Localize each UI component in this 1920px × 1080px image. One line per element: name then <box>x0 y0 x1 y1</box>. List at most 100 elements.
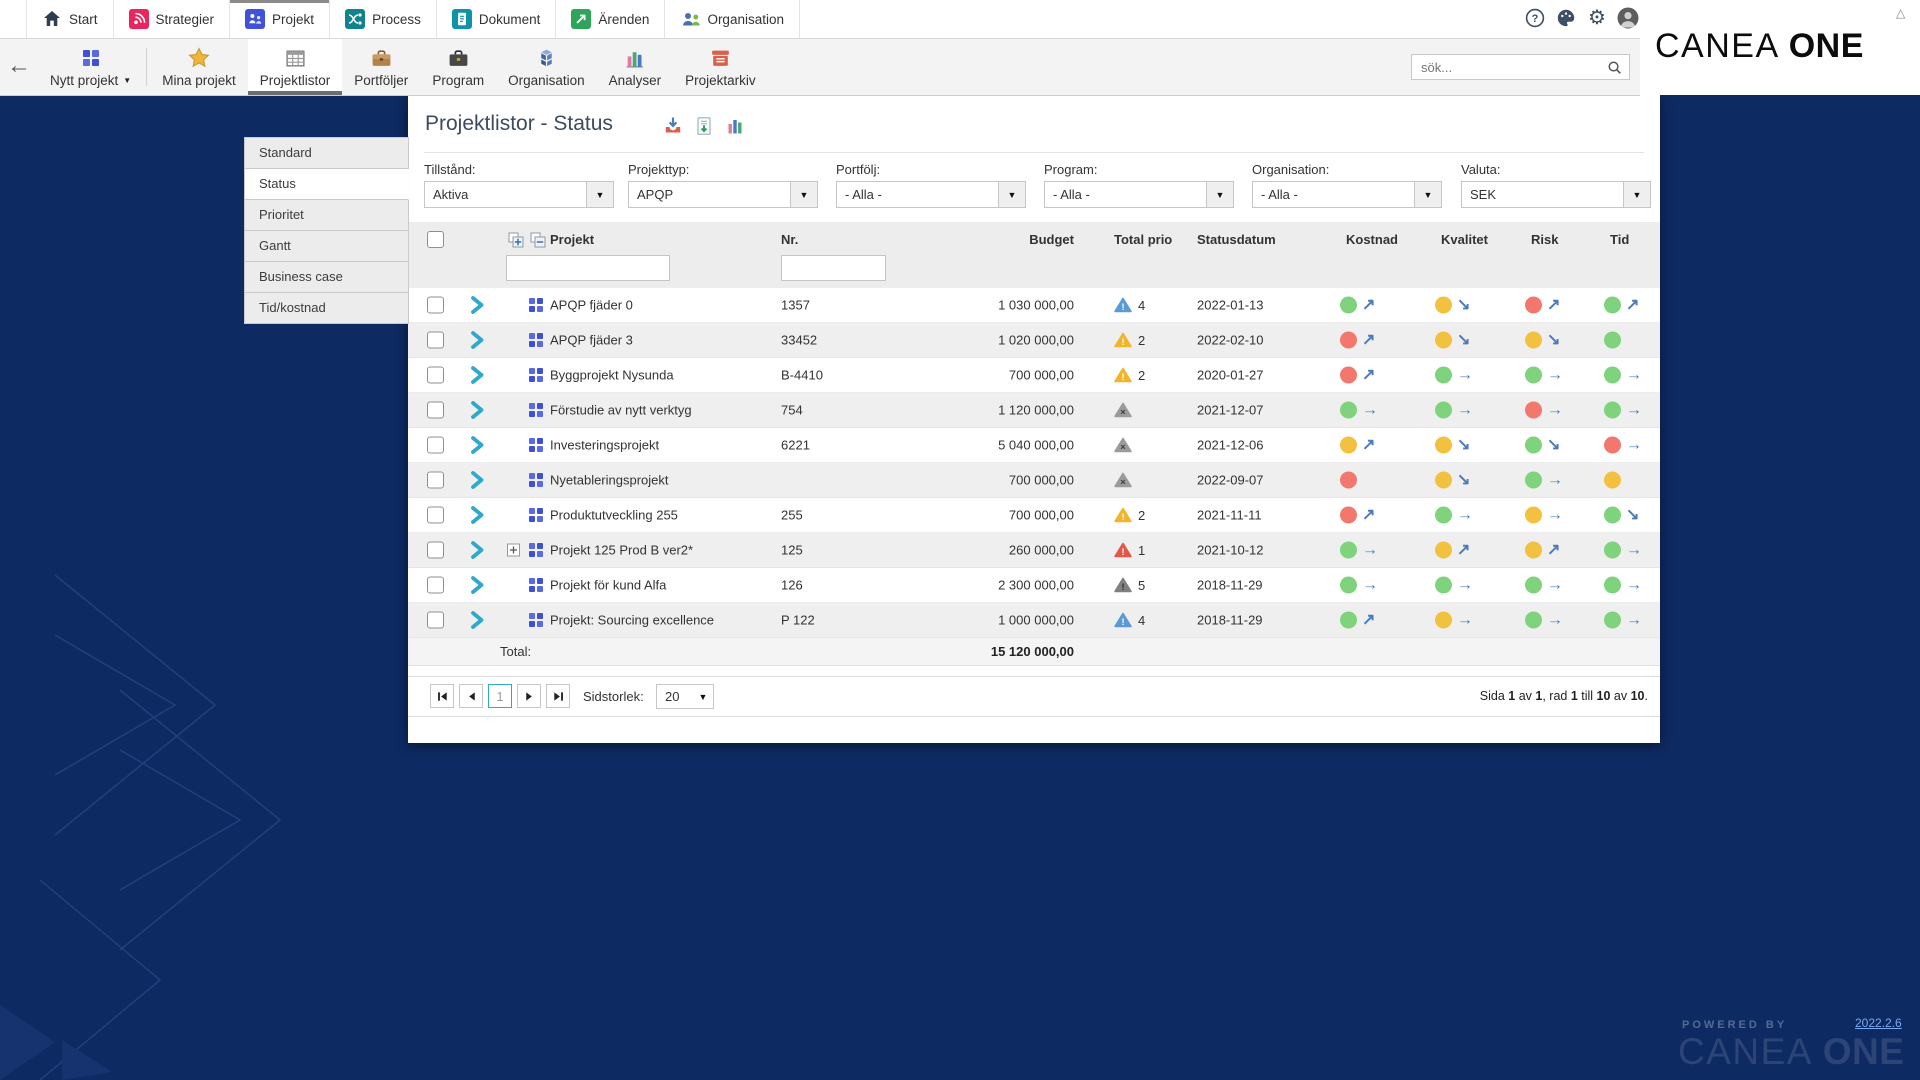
row-checkbox[interactable] <box>427 507 444 524</box>
open-project-chevron-icon[interactable] <box>468 575 486 595</box>
sidebar-item-prioritet[interactable]: Prioritet <box>244 200 409 231</box>
column-header-risk[interactable]: Risk <box>1531 232 1558 247</box>
row-checkbox[interactable] <box>427 367 444 384</box>
tid-indicator: → <box>1604 402 1642 419</box>
project-grid-icon <box>528 472 544 488</box>
project-name[interactable]: Projekt 125 Prod B ver2* <box>550 543 693 558</box>
open-project-chevron-icon[interactable] <box>468 540 486 560</box>
open-project-chevron-icon[interactable] <box>468 470 486 490</box>
svg-text:?: ? <box>1532 13 1539 25</box>
priority-cell: !4 <box>1114 297 1145 313</box>
column-header-kostnad[interactable]: Kostnad <box>1346 232 1398 247</box>
back-arrow-button[interactable]: ← <box>4 51 34 81</box>
settings-gear-icon[interactable]: ⚙ <box>1586 7 1608 29</box>
chevron-down-icon: ▼ <box>1206 182 1233 207</box>
projekt-filter-input[interactable] <box>506 255 670 281</box>
sidebar-item-status[interactable]: Status <box>244 169 409 200</box>
last-page-button[interactable] <box>546 684 570 708</box>
expand-children-icon[interactable] <box>507 544 520 557</box>
toolbar-item-analyser[interactable]: Analyser <box>597 39 674 95</box>
toolbar-item-nytt-projekt[interactable]: Nytt projekt▼ <box>38 39 143 95</box>
row-checkbox[interactable] <box>427 612 444 629</box>
sidebar-item-standard[interactable]: Standard <box>244 137 409 169</box>
row-checkbox[interactable] <box>427 332 444 349</box>
theme-palette-icon[interactable] <box>1555 7 1577 29</box>
expand-all-icon[interactable] <box>508 232 524 248</box>
open-project-chevron-icon[interactable] <box>468 435 486 455</box>
project-grid-icon <box>528 332 544 348</box>
column-header-projekt[interactable]: Projekt <box>550 232 594 247</box>
open-project-chevron-icon[interactable] <box>468 400 486 420</box>
project-name[interactable]: Projekt för kund Alfa <box>550 578 666 593</box>
excel-export-icon[interactable] <box>694 116 714 136</box>
tab-strategier[interactable]: Strategier <box>114 0 231 38</box>
column-header-nr[interactable]: Nr. <box>781 232 798 247</box>
row-checkbox[interactable] <box>427 297 444 314</box>
row-checkbox[interactable] <box>427 402 444 419</box>
filter-dropdown-organisation[interactable]: - Alla -▼ <box>1252 181 1442 208</box>
filter-dropdown-tillstånd[interactable]: Aktiva▼ <box>424 181 614 208</box>
current-page-button[interactable]: 1 <box>488 684 512 708</box>
project-name[interactable]: Investeringsprojekt <box>550 438 659 453</box>
project-name[interactable]: APQP fjäder 3 <box>550 333 633 348</box>
search-icon[interactable] <box>1607 60 1622 75</box>
open-project-chevron-icon[interactable] <box>468 330 486 350</box>
toolbar-item-portföljer[interactable]: Portföljer <box>342 39 420 95</box>
select-all-checkbox[interactable] <box>427 231 444 248</box>
filter-dropdown-program[interactable]: - Alla -▼ <box>1044 181 1234 208</box>
row-checkbox[interactable] <box>427 437 444 454</box>
sidebar-item-gantt[interactable]: Gantt <box>244 231 409 262</box>
open-project-chevron-icon[interactable] <box>468 295 486 315</box>
search-input[interactable] <box>1419 59 1607 76</box>
open-project-chevron-icon[interactable] <box>468 505 486 525</box>
project-name[interactable]: Byggprojekt Nysunda <box>550 368 674 383</box>
help-icon[interactable]: ? <box>1524 7 1546 29</box>
page-size-select[interactable]: 20 ▼ <box>656 684 714 709</box>
chart-icon[interactable] <box>725 116 745 136</box>
sidebar-item-business-case[interactable]: Business case <box>244 262 409 293</box>
toolbar-item-mina-projekt[interactable]: Mina projekt <box>150 39 248 95</box>
column-header-kvalitet[interactable]: Kvalitet <box>1441 232 1488 247</box>
next-page-button[interactable] <box>517 684 541 708</box>
toolbar-item-projektarkiv[interactable]: Projektarkiv <box>673 39 768 95</box>
row-checkbox[interactable] <box>427 577 444 594</box>
nr-filter-input[interactable] <box>781 255 886 281</box>
row-checkbox[interactable] <box>427 542 444 559</box>
column-header-tid[interactable]: Tid <box>1610 232 1629 247</box>
open-project-chevron-icon[interactable] <box>468 365 486 385</box>
collapse-triangle-icon[interactable]: △ <box>1896 6 1905 20</box>
collapse-all-icon[interactable] <box>530 232 546 248</box>
import-icon[interactable] <box>663 116 683 136</box>
project-name[interactable]: Projekt: Sourcing excellence <box>550 613 714 628</box>
status-circle-green <box>1604 332 1621 349</box>
tab-ärenden[interactable]: Ärenden <box>556 0 665 38</box>
project-name[interactable]: Nyetableringsprojekt <box>550 473 669 488</box>
sidebar-item-tid-kostnad[interactable]: Tid/kostnad <box>244 293 409 324</box>
risk-indicator: → <box>1525 612 1563 629</box>
column-header-statusdatum[interactable]: Statusdatum <box>1197 232 1276 247</box>
filter-dropdown-valuta[interactable]: SEK▼ <box>1461 181 1651 208</box>
previous-page-button[interactable] <box>459 684 483 708</box>
trend-down-arrow: ↘ <box>1626 507 1639 524</box>
column-header-total-prio[interactable]: Total prio <box>1114 232 1172 247</box>
tab-process[interactable]: Process <box>330 0 437 38</box>
tab-organisation[interactable]: Organisation <box>665 0 800 38</box>
filter-dropdown-projekttyp[interactable]: APQP▼ <box>628 181 818 208</box>
version-link[interactable]: 2022.2.6 <box>1855 1016 1902 1030</box>
tab-projekt[interactable]: Projekt <box>230 0 330 38</box>
open-project-chevron-icon[interactable] <box>468 610 486 630</box>
user-avatar[interactable] <box>1617 7 1639 29</box>
toolbar-item-projektlistor[interactable]: Projektlistor <box>248 39 343 95</box>
tab-dokument[interactable]: Dokument <box>437 0 557 38</box>
project-name[interactable]: Produktutveckling 255 <box>550 508 678 523</box>
priority-cell: !5 <box>1114 577 1145 593</box>
first-page-button[interactable] <box>430 684 454 708</box>
toolbar-item-organisation[interactable]: Organisation <box>496 39 597 95</box>
tab-start[interactable]: Start <box>26 0 114 38</box>
toolbar-item-program[interactable]: Program <box>420 39 496 95</box>
filter-dropdown-portfölj[interactable]: - Alla -▼ <box>836 181 1026 208</box>
project-name[interactable]: APQP fjäder 0 <box>550 298 633 313</box>
column-header-budget[interactable]: Budget <box>974 232 1074 247</box>
row-checkbox[interactable] <box>427 472 444 489</box>
project-name[interactable]: Förstudie av nytt verktyg <box>550 403 692 418</box>
